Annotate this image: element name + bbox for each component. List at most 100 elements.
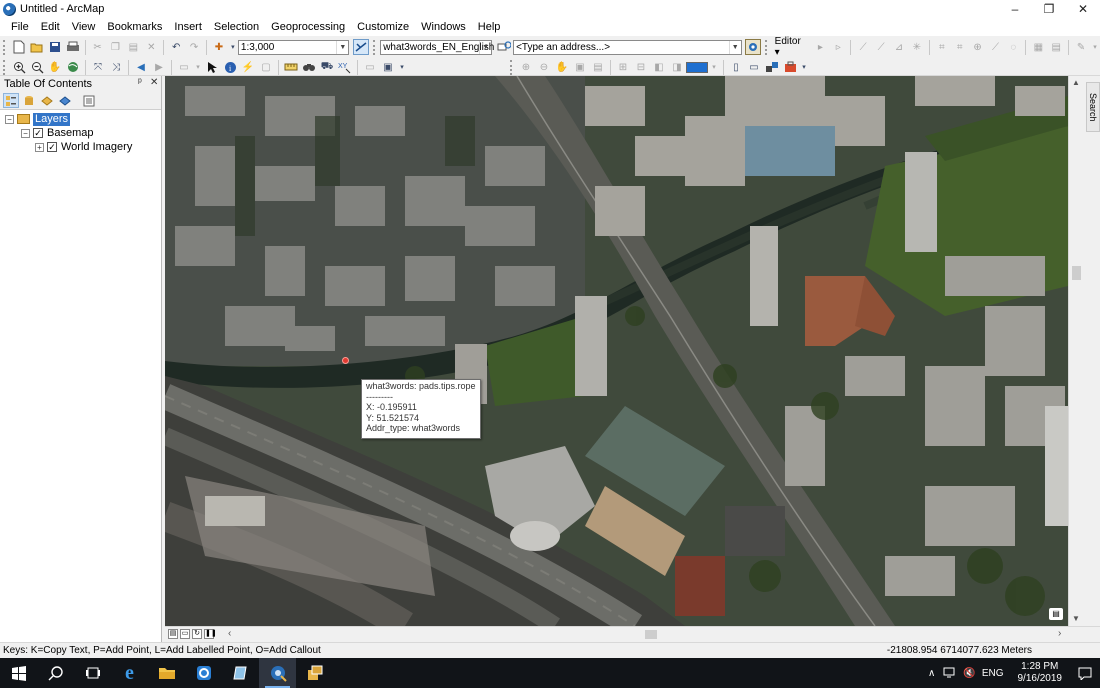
menu-insert[interactable]: Insert	[168, 18, 208, 36]
trace-icon[interactable]: ⊿	[891, 39, 907, 55]
go-back-icon[interactable]: ◀	[133, 59, 149, 75]
zoom-100-icon[interactable]: ▤	[590, 59, 606, 75]
show-hidden-icons-icon[interactable]: ∧	[928, 668, 935, 679]
print-icon[interactable]	[65, 39, 81, 55]
scroll-left-icon[interactable]: ‹	[228, 628, 231, 639]
arccatalog-icon[interactable]	[764, 59, 780, 75]
identify-icon[interactable]: i	[222, 59, 238, 75]
tree-row-world-imagery[interactable]: + ✓ World Imagery	[0, 140, 161, 154]
minimize-button[interactable]: –	[998, 0, 1032, 18]
list-by-selection-icon[interactable]	[57, 93, 73, 108]
layout-view-icon[interactable]: ▤	[168, 629, 178, 639]
chrome-like-app-icon[interactable]	[185, 658, 222, 688]
fill-color-swatch[interactable]	[686, 61, 708, 73]
open-folder-icon[interactable]	[29, 39, 45, 55]
menu-file[interactable]: File	[5, 18, 35, 36]
go-previous-extent-icon[interactable]: ◧	[651, 59, 667, 75]
address-input[interactable]: <Type an address...> ▼	[513, 39, 742, 55]
toolbar-grip[interactable]	[3, 59, 7, 75]
zoom-in-icon[interactable]	[11, 59, 27, 75]
arctoolbox-icon[interactable]	[782, 59, 798, 75]
horizontal-scrollbar[interactable]: ▤ ▭ ↻ ❚❚ ‹ ›	[165, 626, 1100, 642]
fixed-zoom-out-icon[interactable]: ⤨	[108, 59, 124, 75]
new-document-icon[interactable]	[11, 39, 27, 55]
select-by-rectangle-icon[interactable]: ▭	[176, 59, 192, 75]
layer-label[interactable]: World Imagery	[61, 141, 132, 153]
paste-icon[interactable]: ▤	[125, 39, 141, 55]
edit-vertices-icon[interactable]: ⌗	[934, 39, 950, 55]
group-layer-label[interactable]: Basemap	[47, 127, 93, 139]
toolbar-options-icon[interactable]: ▾	[1091, 39, 1099, 55]
volume-muted-icon[interactable]: 🔇	[963, 668, 975, 679]
toolbar-grip[interactable]	[764, 39, 769, 55]
layout-zoom-in-icon[interactable]: ⊕	[518, 59, 534, 75]
menu-selection[interactable]: Selection	[208, 18, 265, 36]
expand-icon[interactable]: +	[35, 142, 44, 152]
straight-segment-icon[interactable]: ⟋	[855, 39, 871, 55]
attributes-icon[interactable]: ▦	[1030, 39, 1046, 55]
copy-icon[interactable]: ❐	[108, 39, 124, 55]
search-tab[interactable]: Search	[1086, 82, 1100, 132]
world-imagery-visibility-checkbox[interactable]: ✓	[47, 142, 57, 152]
located-point-marker[interactable]	[342, 357, 349, 364]
horizontal-scroll-thumb[interactable]	[645, 630, 657, 639]
pan-icon[interactable]: ✋	[47, 59, 63, 75]
cut-icon[interactable]: ✂	[90, 39, 106, 55]
editor-menu[interactable]: Editor ▾	[772, 36, 812, 58]
create-features-icon[interactable]: ✎	[1073, 39, 1089, 55]
data-view-small-icon[interactable]: ▭	[180, 629, 190, 639]
go-next-extent-icon[interactable]: ◨	[669, 59, 685, 75]
menu-help[interactable]: Help	[472, 18, 507, 36]
edit-annotation-icon[interactable]: ▹	[830, 39, 846, 55]
locator-combo[interactable]: what3words_EN_English ▼	[380, 39, 494, 55]
tree-row-layers[interactable]: − Layers	[0, 112, 161, 126]
add-data-icon[interactable]: ✚	[211, 39, 227, 55]
scroll-up-icon[interactable]: ▲	[1072, 78, 1080, 87]
find-route-icon[interactable]: ⛟	[319, 59, 335, 75]
split-icon[interactable]: ⟋	[988, 39, 1004, 55]
go-to-xy-icon[interactable]: XY	[337, 59, 353, 75]
toolbar-grip[interactable]	[510, 59, 514, 75]
menu-edit[interactable]: Edit	[35, 18, 66, 36]
fixed-zoom-in-icon[interactable]: ⤧	[90, 59, 106, 75]
close-icon[interactable]: ✕	[150, 77, 158, 88]
list-by-source-icon[interactable]	[21, 93, 37, 108]
redo-icon[interactable]: ↷	[186, 39, 202, 55]
chevron-down-icon[interactable]: ▼	[728, 40, 741, 54]
file-explorer-icon[interactable]	[148, 658, 185, 688]
find-icon[interactable]	[301, 59, 317, 75]
layout-zoom-out-icon[interactable]: ⊖	[536, 59, 552, 75]
toolbar-options-icon[interactable]: ▾	[398, 59, 406, 75]
refresh-icon[interactable]: ↻	[192, 629, 202, 639]
scroll-right-icon[interactable]: ›	[1058, 628, 1061, 639]
map-tips-icon[interactable]: ▤	[1049, 608, 1063, 620]
arcmap-taskbar-icon[interactable]	[259, 658, 296, 688]
action-center-icon[interactable]	[1070, 667, 1100, 680]
save-icon[interactable]	[47, 39, 63, 55]
full-extent-icon[interactable]	[65, 59, 81, 75]
menu-customize[interactable]: Customize	[351, 18, 415, 36]
html-popup-icon[interactable]: ▢	[258, 59, 274, 75]
menu-geoprocessing[interactable]: Geoprocessing	[265, 18, 351, 36]
arccatalog-taskbar-icon[interactable]	[296, 658, 333, 688]
measure-icon[interactable]	[283, 59, 299, 75]
editor-toolbar-icon[interactable]	[353, 39, 370, 55]
color-dropdown-icon[interactable]: ▾	[709, 59, 719, 75]
toolbar-grip[interactable]	[3, 39, 7, 55]
network-icon[interactable]	[943, 666, 957, 681]
endpoint-arc-icon[interactable]: ⟋	[873, 39, 889, 55]
language-indicator[interactable]: ENG	[982, 668, 1004, 679]
go-forward-icon[interactable]: ▶	[151, 59, 167, 75]
chevron-down-icon[interactable]: ▼	[336, 40, 348, 54]
page-layout-icon[interactable]: ▯	[728, 59, 744, 75]
menu-windows[interactable]: Windows	[415, 18, 472, 36]
tree-row-basemap[interactable]: − ✓ Basemap	[0, 126, 161, 140]
task-view-icon[interactable]	[74, 658, 111, 688]
hyperlink-icon[interactable]: ⚡	[240, 59, 256, 75]
toolbar-options-icon[interactable]: ▾	[800, 59, 808, 75]
map-view[interactable]	[165, 76, 1068, 626]
scroll-down-icon[interactable]: ▼	[1072, 614, 1080, 623]
point-icon[interactable]: ✳	[909, 39, 925, 55]
basemap-visibility-checkbox[interactable]: ✓	[33, 128, 43, 138]
data-view-icon[interactable]: ▭	[746, 59, 762, 75]
